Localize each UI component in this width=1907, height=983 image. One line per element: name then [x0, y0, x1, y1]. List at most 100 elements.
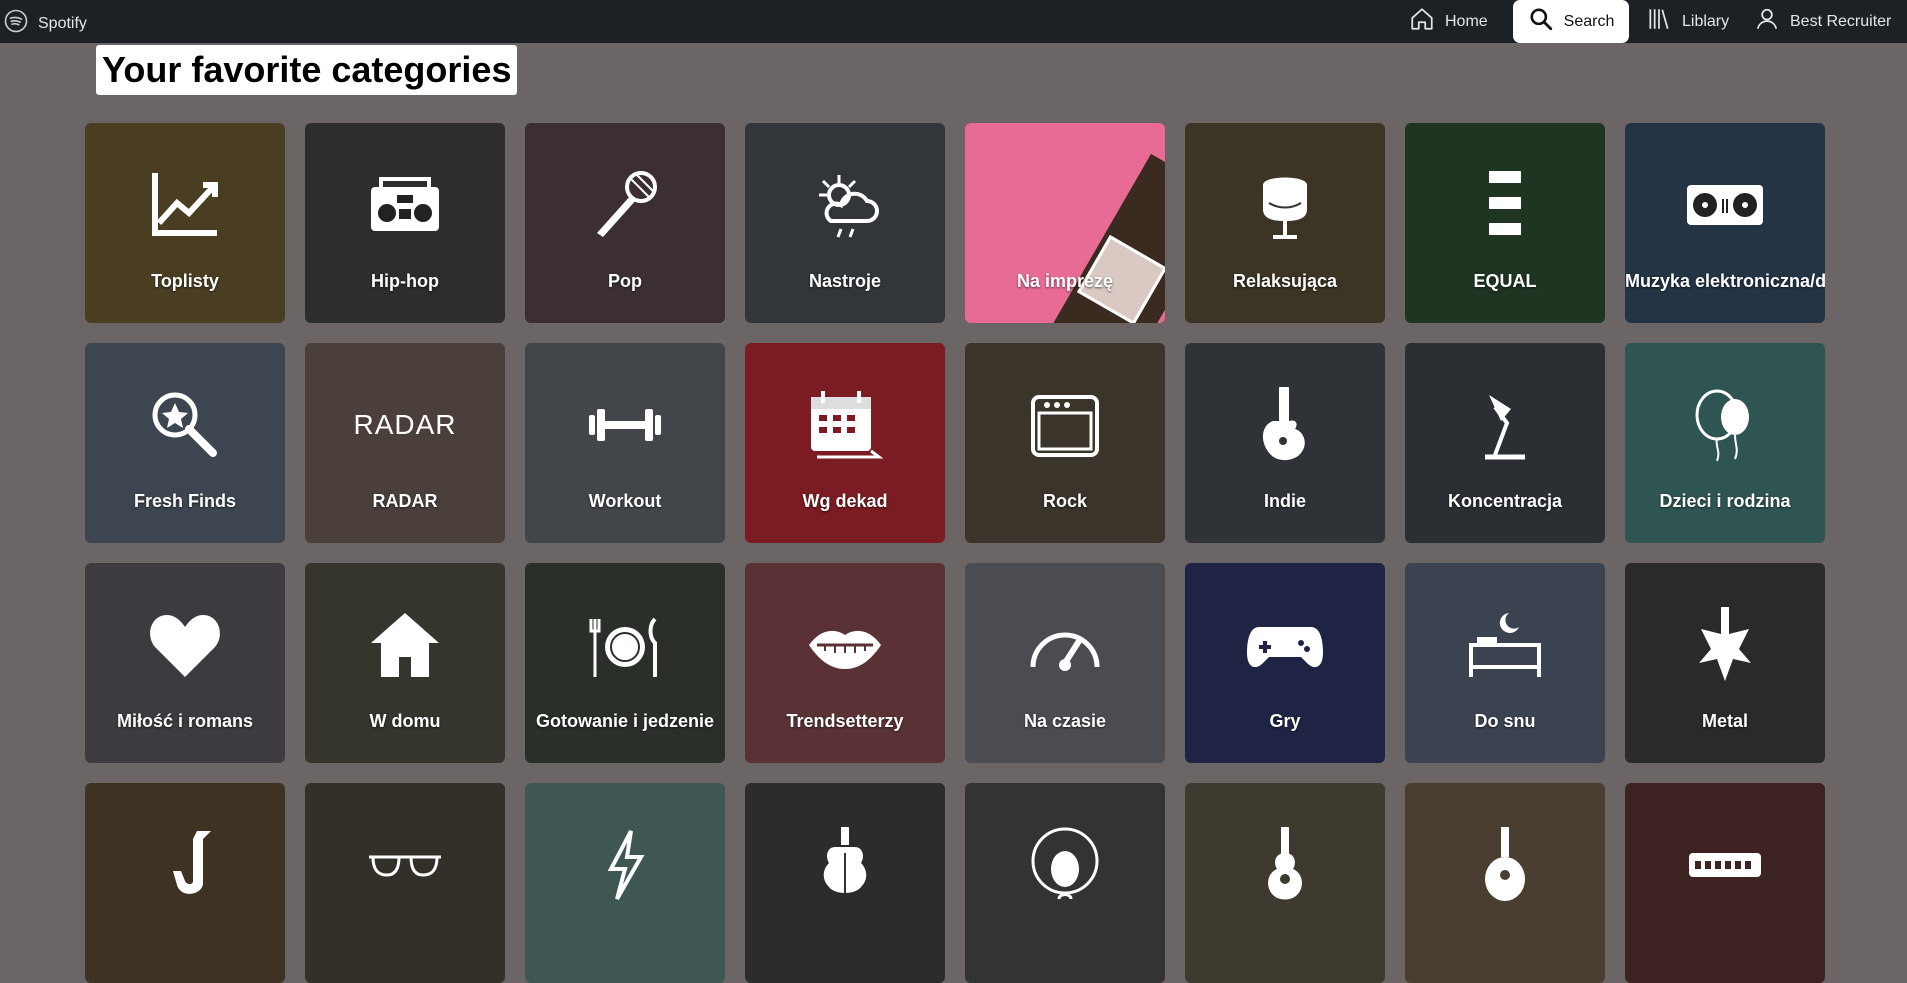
- category-label: Muzyka elektroniczna/dance: [1625, 271, 1825, 291]
- category-tile[interactable]: Indie: [1185, 343, 1385, 543]
- nav-home[interactable]: Home: [1409, 0, 1488, 43]
- category-tile[interactable]: Muzyka elektroniczna/dance: [1625, 123, 1825, 323]
- category-tile[interactable]: Pop: [525, 123, 725, 323]
- category-tile[interactable]: Dzieci i rodzina: [1625, 343, 1825, 543]
- library-icon: [1646, 6, 1672, 37]
- speedometer-icon: [1025, 605, 1105, 685]
- category-tile[interactable]: RADAR RADAR: [305, 343, 505, 543]
- dumbbell-icon: [585, 385, 665, 465]
- category-tile[interactable]: Na imprezę: [965, 123, 1165, 323]
- category-tile[interactable]: Na czasie: [965, 563, 1165, 763]
- category-tile[interactable]: Rock: [965, 343, 1165, 543]
- category-label: Gotowanie i jedzenie: [535, 711, 715, 731]
- category-label: Do snu: [1474, 711, 1536, 731]
- brand-name: Spotify: [38, 14, 87, 32]
- calendar-icon: [805, 385, 885, 465]
- radar-wordmark: RADAR: [354, 385, 456, 465]
- metal-guitar-icon: [1685, 605, 1765, 685]
- nav-library-label: Liblary: [1682, 12, 1730, 30]
- bed-moon-icon: [1465, 605, 1545, 685]
- afro-icon: [1025, 825, 1105, 905]
- category-tile[interactable]: [305, 783, 505, 983]
- category-tile[interactable]: [1625, 783, 1825, 983]
- category-tile[interactable]: Workout: [525, 343, 725, 543]
- category-label: Dzieci i rodzina: [1659, 491, 1791, 511]
- microphone-icon: [585, 165, 665, 245]
- category-label: Trendsetterzy: [786, 711, 904, 731]
- category-tile[interactable]: Trendsetterzy: [745, 563, 945, 763]
- category-label: Miłość i romans: [116, 711, 254, 731]
- harmonica-icon: [1685, 825, 1765, 905]
- gamepad-icon: [1245, 605, 1325, 685]
- heart-icon: [145, 605, 225, 685]
- category-label: W domu: [369, 711, 441, 731]
- category-label: Na czasie: [1023, 711, 1107, 731]
- category-label: Rock: [1042, 491, 1087, 511]
- category-label: Wg dekad: [802, 491, 888, 511]
- category-tile[interactable]: Metal: [1625, 563, 1825, 763]
- category-label: Na imprezę: [1016, 271, 1114, 291]
- lightning-face-icon: [585, 825, 665, 905]
- category-label: Workout: [588, 491, 662, 511]
- sunglasses-icon: [365, 825, 445, 905]
- category-label: Fresh Finds: [133, 491, 236, 511]
- categories-grid: Toplisty Hip-hop Pop Nastroje Na imprezę Rela…: [85, 123, 1825, 983]
- category-tile[interactable]: [745, 783, 945, 983]
- category-tile[interactable]: Fresh Finds: [85, 343, 285, 543]
- nav-library[interactable]: Liblary: [1646, 0, 1729, 43]
- nav-user-label: Best Recruiter: [1790, 12, 1892, 30]
- user-icon: [1754, 6, 1780, 37]
- category-tile[interactable]: Gotowanie i jedzenie: [525, 563, 725, 763]
- category-tile[interactable]: [1185, 783, 1385, 983]
- saxophone-icon: [145, 825, 225, 905]
- category-tile[interactable]: Toplisty: [85, 123, 285, 323]
- radar-wordmark-text: RADAR: [353, 409, 457, 440]
- category-label: Gry: [1269, 711, 1301, 731]
- spotify-logo-icon: [4, 9, 28, 38]
- home-icon: [1409, 6, 1435, 37]
- category-tile[interactable]: Do snu: [1405, 563, 1605, 763]
- nav-search-label: Search: [1563, 12, 1615, 30]
- category-label: Toplisty: [151, 271, 219, 291]
- category-tile[interactable]: [525, 783, 725, 983]
- category-tile[interactable]: [1405, 783, 1605, 983]
- category-label: EQUAL: [1473, 271, 1537, 291]
- boombox-icon: [365, 165, 445, 245]
- category-tile[interactable]: Miłość i romans: [85, 563, 285, 763]
- mandolin-icon: [1465, 825, 1545, 905]
- balloon-icon: [1685, 385, 1765, 465]
- category-label: Nastroje: [808, 271, 882, 291]
- page-title: Your favorite categories: [96, 45, 518, 95]
- egg-chair-icon: [1245, 165, 1325, 245]
- category-label: Relaksująca: [1232, 271, 1338, 291]
- magnifier-star-icon: [145, 385, 225, 465]
- category-tile[interactable]: Relaksująca: [1185, 123, 1385, 323]
- category-label: Pop: [608, 271, 642, 291]
- search-icon: [1528, 6, 1554, 37]
- turntable-icon: [1685, 165, 1765, 245]
- nav-user[interactable]: Best Recruiter: [1754, 0, 1891, 43]
- category-label: RADAR: [372, 491, 438, 511]
- category-label: Hip-hop: [371, 271, 439, 291]
- category-tile[interactable]: Wg dekad: [745, 343, 945, 543]
- category-tile[interactable]: [85, 783, 285, 983]
- category-label: Metal: [1701, 711, 1748, 731]
- category-tile[interactable]: W domu: [305, 563, 505, 763]
- category-label: Indie: [1263, 491, 1306, 511]
- equal-bars-icon: [1465, 165, 1545, 245]
- chart-up-icon: [145, 165, 225, 245]
- category-tile[interactable]: [965, 783, 1165, 983]
- lips-icon: [805, 605, 885, 685]
- desk-lamp-icon: [1465, 385, 1545, 465]
- category-tile[interactable]: EQUAL: [1405, 123, 1605, 323]
- category-tile[interactable]: Koncentracja: [1405, 343, 1605, 543]
- brand[interactable]: Spotify: [4, 9, 87, 38]
- weather-icon: [805, 165, 885, 245]
- nav-search[interactable]: Search: [1513, 0, 1629, 43]
- violin-icon: [805, 825, 885, 905]
- category-tile[interactable]: Nastroje: [745, 123, 945, 323]
- plate-cutlery-icon: [585, 605, 665, 685]
- house-icon: [365, 605, 445, 685]
- category-tile[interactable]: Hip-hop: [305, 123, 505, 323]
- category-tile[interactable]: Gry: [1185, 563, 1385, 763]
